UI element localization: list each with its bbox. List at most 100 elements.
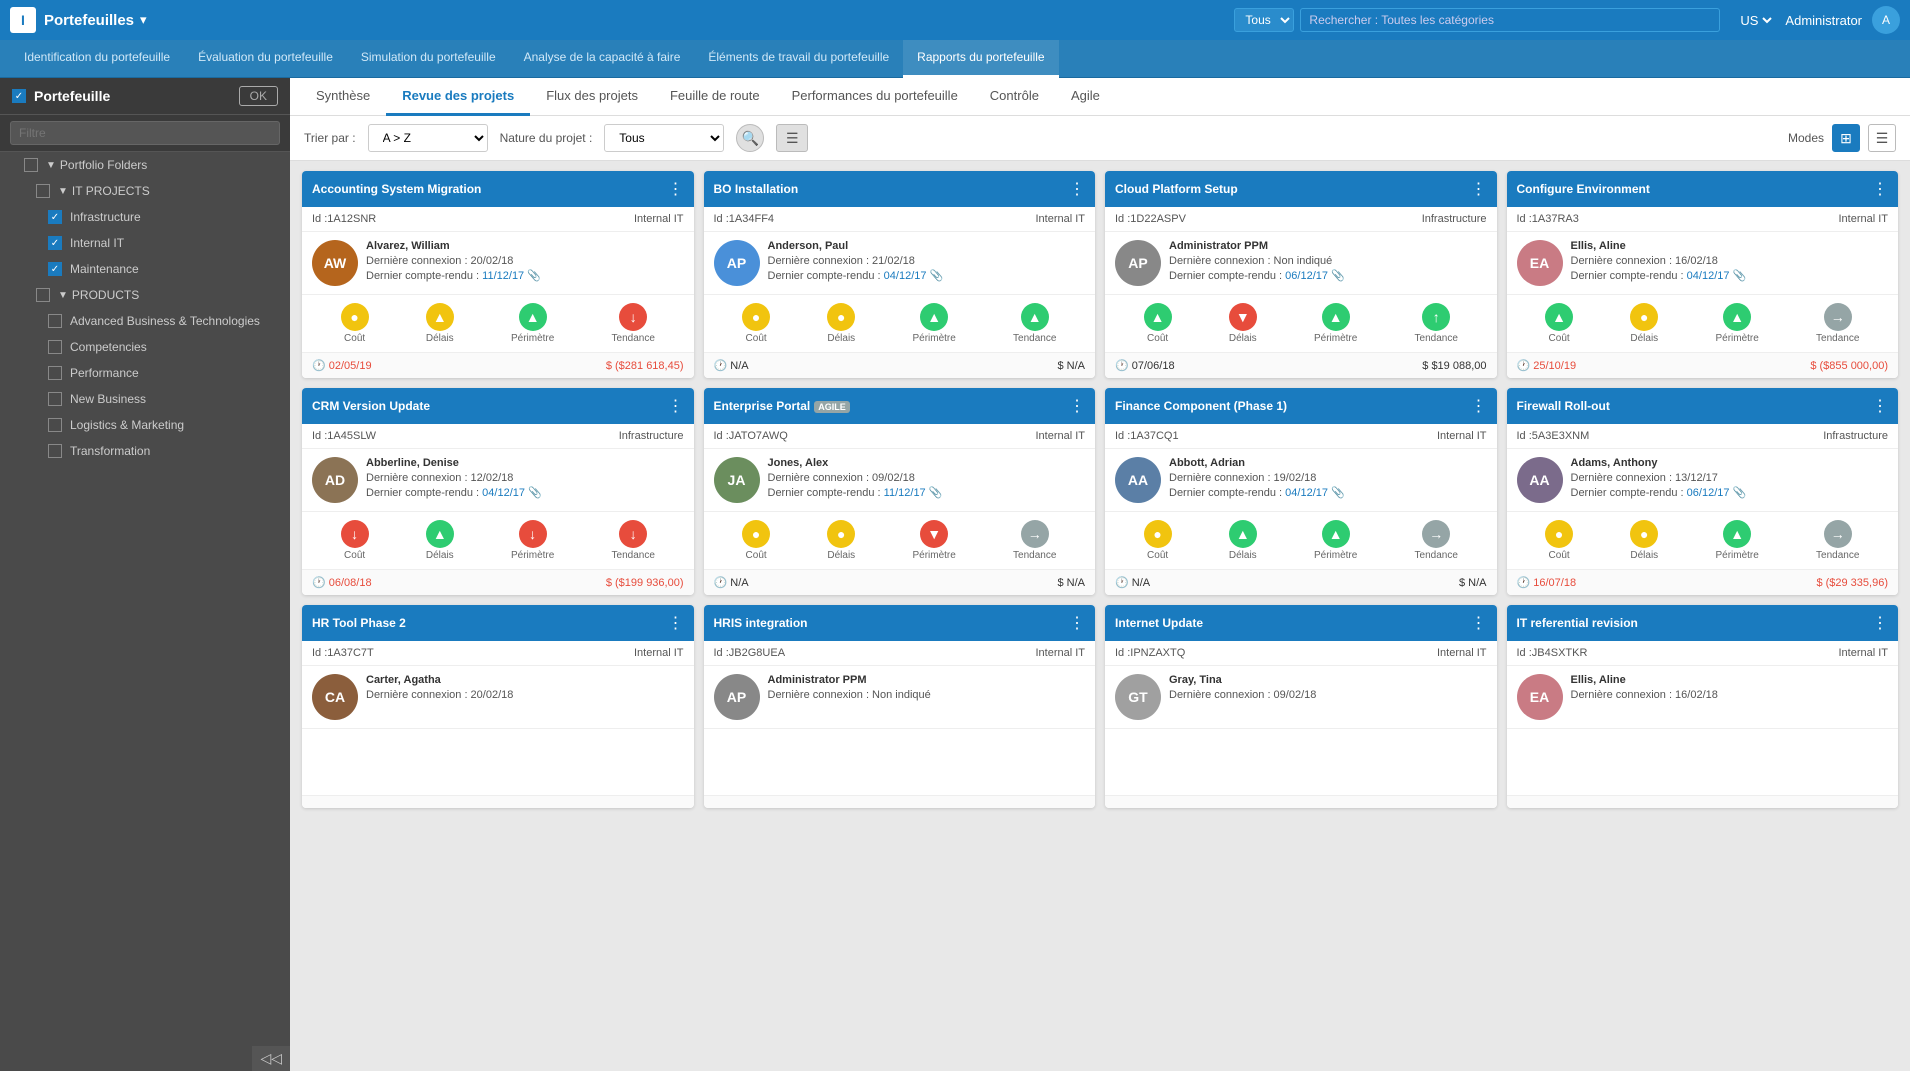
content-tabs: Synthèse Revue des projets Flux des proj… bbox=[290, 78, 1910, 116]
last-report-link[interactable]: 06/12/17 bbox=[1687, 487, 1730, 499]
scope-indicator-label: Périmètre bbox=[1715, 550, 1758, 561]
sidebar-item-maintenance[interactable]: ✓ Maintenance bbox=[0, 256, 290, 282]
competencies-checkbox[interactable] bbox=[48, 340, 62, 354]
sidebar-item-infrastructure[interactable]: ✓ Infrastructure bbox=[0, 204, 290, 230]
person-name: Gray, Tina bbox=[1169, 674, 1487, 686]
card-menu-button[interactable]: ⋮ bbox=[1471, 613, 1487, 633]
card-person: AP Administrator PPM Dernière connexion … bbox=[1105, 232, 1497, 294]
sidebar-item-transformation[interactable]: Transformation bbox=[0, 438, 290, 464]
products-checkbox[interactable] bbox=[36, 288, 50, 302]
tab-revue[interactable]: Revue des projets bbox=[386, 78, 530, 116]
person-info: Abberline, Denise Dernière connexion : 1… bbox=[366, 457, 684, 501]
card-menu-button[interactable]: ⋮ bbox=[1069, 613, 1085, 633]
locale-select[interactable]: US bbox=[1736, 12, 1775, 29]
last-report-container: Dernier compte-rendu : 11/12/17 📎 bbox=[768, 486, 1086, 499]
last-report-link[interactable]: 04/12/17 bbox=[1285, 487, 1328, 499]
search-type-select[interactable]: Tous bbox=[1234, 8, 1294, 32]
card-menu-button[interactable]: ⋮ bbox=[1471, 396, 1487, 416]
it-projects-checkbox[interactable] bbox=[36, 184, 50, 198]
card-indicators bbox=[302, 728, 694, 795]
delay-indicator-label: Délais bbox=[426, 333, 454, 344]
nav-tab-elements[interactable]: Éléments de travail du portefeuille bbox=[694, 40, 903, 78]
sidebar-ok-button[interactable]: OK bbox=[239, 86, 278, 106]
card-indicators bbox=[704, 728, 1096, 795]
card-menu-button[interactable]: ⋮ bbox=[668, 396, 684, 416]
maintenance-checkbox[interactable]: ✓ bbox=[48, 262, 62, 276]
logistics-checkbox[interactable] bbox=[48, 418, 62, 432]
card-menu-button[interactable]: ⋮ bbox=[668, 179, 684, 199]
sidebar-collapse-button[interactable]: ◁◁ bbox=[252, 1046, 290, 1071]
sidebar-item-portfolio-folders[interactable]: ▼ Portfolio Folders bbox=[0, 152, 290, 178]
portfolio-dropdown[interactable]: ▾ bbox=[140, 12, 147, 28]
infrastructure-checkbox[interactable]: ✓ bbox=[48, 210, 62, 224]
sidebar-item-performance[interactable]: Performance bbox=[0, 360, 290, 386]
filter-button[interactable]: ☰ bbox=[776, 124, 808, 152]
tab-feuille[interactable]: Feuille de route bbox=[654, 78, 776, 116]
nature-select[interactable]: Tous Interne Externe bbox=[604, 124, 724, 152]
card-menu-button[interactable]: ⋮ bbox=[1069, 179, 1085, 199]
card-menu-button[interactable]: ⋮ bbox=[668, 613, 684, 633]
sidebar-item-competencies[interactable]: Competencies bbox=[0, 334, 290, 360]
card-indicators: ● Coût ▲ Délais ▲ Périmètre → Tendance bbox=[1105, 511, 1497, 569]
tab-agile[interactable]: Agile bbox=[1055, 78, 1116, 116]
sidebar-item-advanced-business[interactable]: Advanced Business & Technologies bbox=[0, 308, 290, 334]
last-report-link[interactable]: 11/12/17 bbox=[482, 270, 524, 282]
tab-flux[interactable]: Flux des projets bbox=[530, 78, 654, 116]
performance-checkbox[interactable] bbox=[48, 366, 62, 380]
last-report-container: Dernier compte-rendu : 06/12/17 📎 bbox=[1169, 269, 1487, 282]
search-input[interactable] bbox=[1300, 8, 1720, 32]
trend-indicator-icon: ▲ bbox=[1021, 303, 1049, 331]
last-report-link[interactable]: 06/12/17 bbox=[1285, 270, 1328, 282]
tab-controle[interactable]: Contrôle bbox=[974, 78, 1055, 116]
tab-synthese[interactable]: Synthèse bbox=[300, 78, 386, 116]
sidebar-item-it-projects[interactable]: ▼ IT PROJECTS bbox=[0, 178, 290, 204]
card-title: IT referential revision bbox=[1517, 616, 1873, 630]
last-report-link[interactable]: 04/12/17 bbox=[1687, 270, 1730, 282]
toolbar: Trier par : A > Z Z > A Date Nature du p… bbox=[290, 116, 1910, 161]
sidebar-title: Portefeuille bbox=[34, 88, 110, 104]
sidebar-item-internal-it[interactable]: ✓ Internal IT bbox=[0, 230, 290, 256]
card-category: Infrastructure bbox=[1422, 213, 1487, 225]
nav-tab-simulation[interactable]: Simulation du portefeuille bbox=[347, 40, 510, 78]
card-category: Internal IT bbox=[1838, 213, 1888, 225]
indicator-cost: ▲ Coût bbox=[1545, 303, 1573, 344]
sidebar-item-logistics-marketing[interactable]: Logistics & Marketing bbox=[0, 412, 290, 438]
card-menu-button[interactable]: ⋮ bbox=[1872, 396, 1888, 416]
sidebar-item-new-business[interactable]: New Business bbox=[0, 386, 290, 412]
modes-label: Modes bbox=[1788, 131, 1824, 145]
user-avatar[interactable]: A bbox=[1872, 6, 1900, 34]
nav-tab-identification[interactable]: Identification du portefeuille bbox=[10, 40, 184, 78]
indicator-cost: ● Coût bbox=[1144, 520, 1172, 561]
search-button[interactable]: 🔍 bbox=[736, 124, 764, 152]
sidebar-item-products[interactable]: ▼ PRODUCTS bbox=[0, 282, 290, 308]
portfolio-folders-checkbox[interactable] bbox=[24, 158, 38, 172]
app-title: Portefeuilles bbox=[44, 12, 134, 29]
card-menu-button[interactable]: ⋮ bbox=[1872, 613, 1888, 633]
sidebar-filter-input[interactable] bbox=[10, 121, 280, 145]
list-view-button[interactable]: ☰ bbox=[1868, 124, 1896, 152]
card-menu-button[interactable]: ⋮ bbox=[1872, 179, 1888, 199]
transformation-checkbox[interactable] bbox=[48, 444, 62, 458]
card-title: CRM Version Update bbox=[312, 399, 668, 413]
person-name: Jones, Alex bbox=[768, 457, 1086, 469]
card-header: IT referential revision ⋮ bbox=[1507, 605, 1899, 641]
nav-tab-analyse[interactable]: Analyse de la capacité à faire bbox=[510, 40, 695, 78]
advanced-business-checkbox[interactable] bbox=[48, 314, 62, 328]
nav-tab-evaluation[interactable]: Évaluation du portefeuille bbox=[184, 40, 347, 78]
last-report-link[interactable]: 04/12/17 bbox=[482, 487, 525, 499]
last-report-link[interactable]: 11/12/17 bbox=[884, 487, 926, 499]
last-report-link[interactable]: 04/12/17 bbox=[884, 270, 927, 282]
sidebar-all-checkbox[interactable]: ✓ bbox=[12, 89, 26, 103]
person-name: Alvarez, William bbox=[366, 240, 684, 252]
new-business-checkbox[interactable] bbox=[48, 392, 62, 406]
card-menu-button[interactable]: ⋮ bbox=[1069, 396, 1085, 416]
internal-it-checkbox[interactable]: ✓ bbox=[48, 236, 62, 250]
indicator-trend: → Tendance bbox=[1013, 520, 1056, 561]
nav-tab-rapports[interactable]: Rapports du portefeuille bbox=[903, 40, 1058, 78]
main-layout: ✓ Portefeuille OK ▼ Portfolio Folders ▼ … bbox=[0, 78, 1910, 1071]
cards-area: Accounting System Migration ⋮ Id :1A12SN… bbox=[290, 161, 1910, 1071]
tab-performances[interactable]: Performances du portefeuille bbox=[776, 78, 974, 116]
sort-select[interactable]: A > Z Z > A Date bbox=[368, 124, 488, 152]
grid-view-button[interactable]: ⊞ bbox=[1832, 124, 1860, 152]
card-menu-button[interactable]: ⋮ bbox=[1471, 179, 1487, 199]
